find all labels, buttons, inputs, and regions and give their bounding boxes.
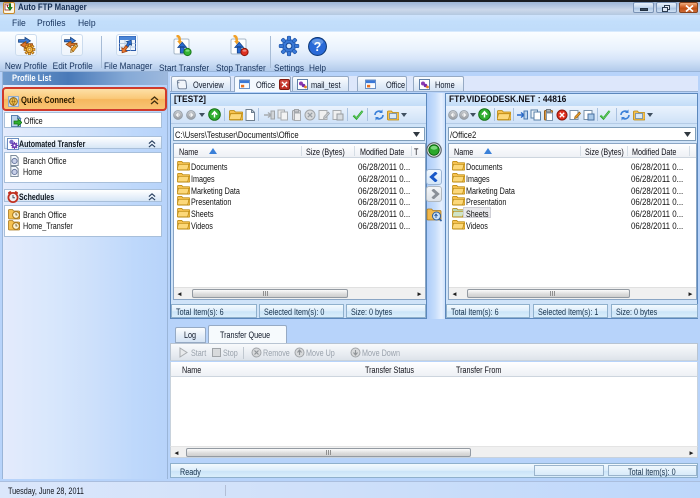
svg-text:?: ?	[314, 40, 322, 54]
